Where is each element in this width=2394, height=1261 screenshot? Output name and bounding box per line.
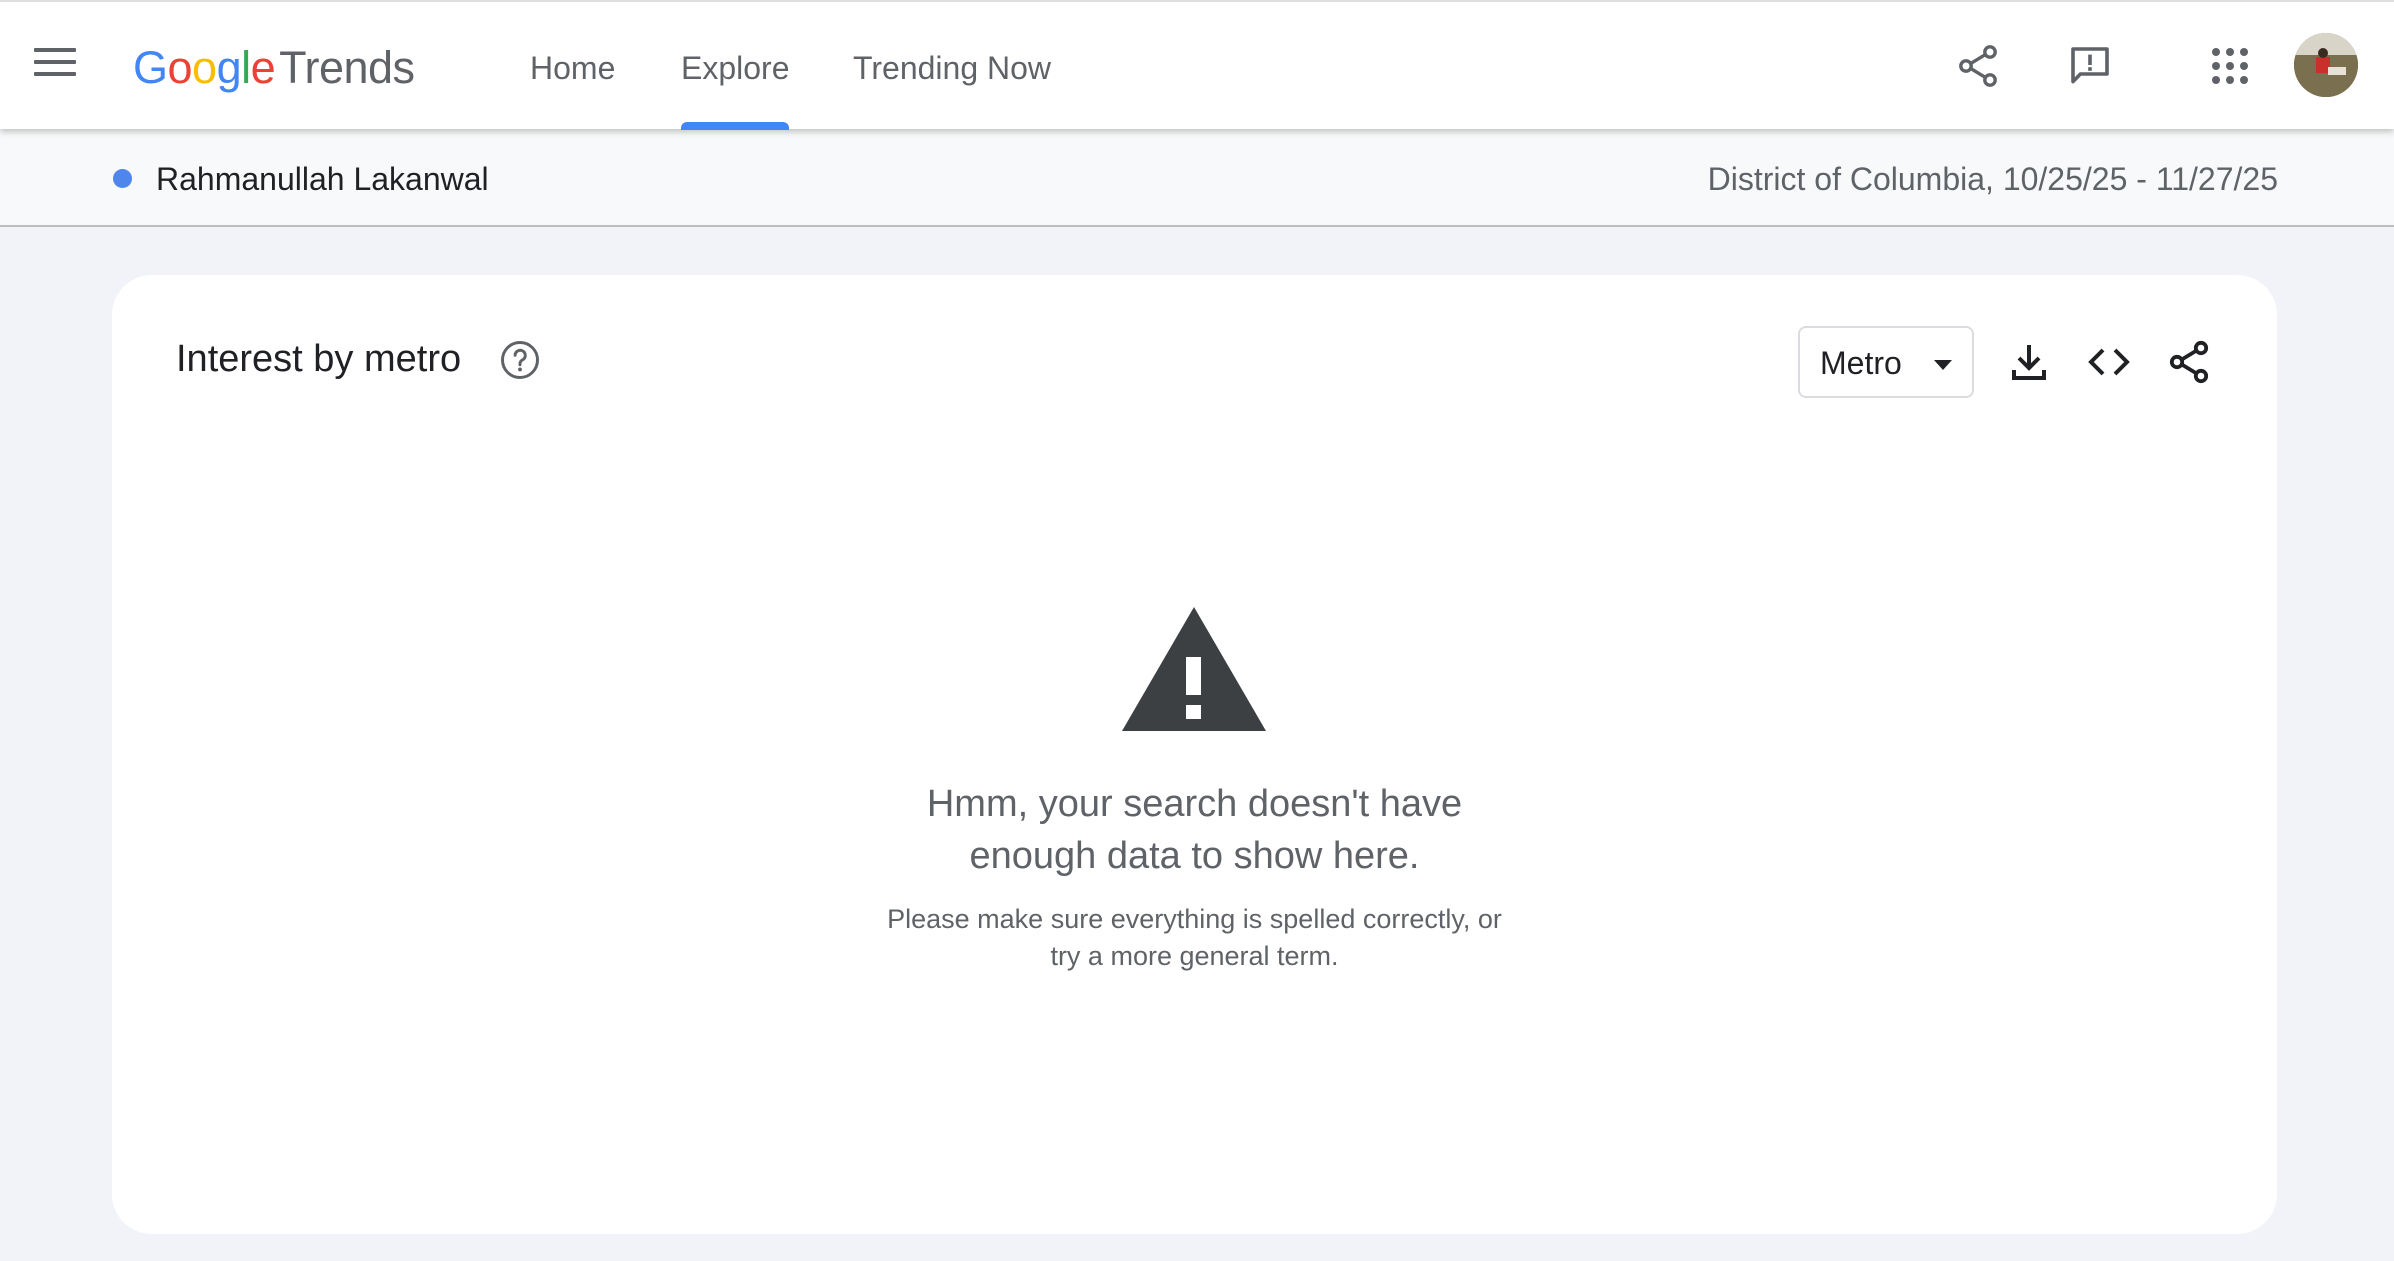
empty-state-hint-line1: Please make sure everything is spelled c… xyxy=(887,904,1502,934)
region-date-range[interactable]: District of Columbia, 10/25/25 - 11/27/2… xyxy=(1708,159,2278,199)
card-title: Interest by metro xyxy=(176,338,462,380)
resolution-select-value: Metro xyxy=(1820,345,1902,381)
feedback-icon[interactable] xyxy=(2066,42,2114,90)
term-color-dot xyxy=(113,169,132,188)
active-tab-indicator xyxy=(681,122,789,130)
resolution-select[interactable]: Metro xyxy=(1798,326,1974,398)
search-term[interactable]: Rahmanullah Lakanwal xyxy=(156,159,489,199)
help-icon[interactable] xyxy=(499,339,541,381)
tab-home[interactable]: Home xyxy=(530,48,615,88)
top-app-bar: GoogleTrends Home Explore Trending Now xyxy=(0,0,2394,130)
warning-icon xyxy=(1122,607,1266,731)
google-trends-logo[interactable]: GoogleTrends xyxy=(133,38,415,98)
apps-grid-icon[interactable] xyxy=(2206,42,2254,90)
empty-state-heading: Hmm, your search doesn't have enough dat… xyxy=(112,778,2277,882)
interest-by-metro-card: Interest by metro Metro Hmm, your search… xyxy=(112,275,2277,1234)
tab-explore[interactable]: Explore xyxy=(681,48,790,88)
embed-icon[interactable] xyxy=(2085,338,2133,386)
tab-trending-now[interactable]: Trending Now xyxy=(853,48,1051,88)
share-icon[interactable] xyxy=(1954,42,2002,90)
share-icon[interactable] xyxy=(2165,338,2213,386)
dropdown-caret-icon xyxy=(1934,360,1952,370)
menu-icon[interactable] xyxy=(34,48,76,78)
empty-state-heading-line1: Hmm, your search doesn't have xyxy=(926,783,1463,825)
empty-state-hint: Please make sure everything is spelled c… xyxy=(112,901,2277,975)
avatar-photo xyxy=(2294,33,2358,97)
empty-state-hint-line2: try a more general term. xyxy=(1050,941,1339,971)
download-icon[interactable] xyxy=(2005,338,2053,386)
search-term-bar: Rahmanullah Lakanwal District of Columbi… xyxy=(0,129,2394,227)
empty-state-heading-line2: enough data to show here. xyxy=(969,835,1420,877)
avatar[interactable] xyxy=(2294,33,2358,97)
